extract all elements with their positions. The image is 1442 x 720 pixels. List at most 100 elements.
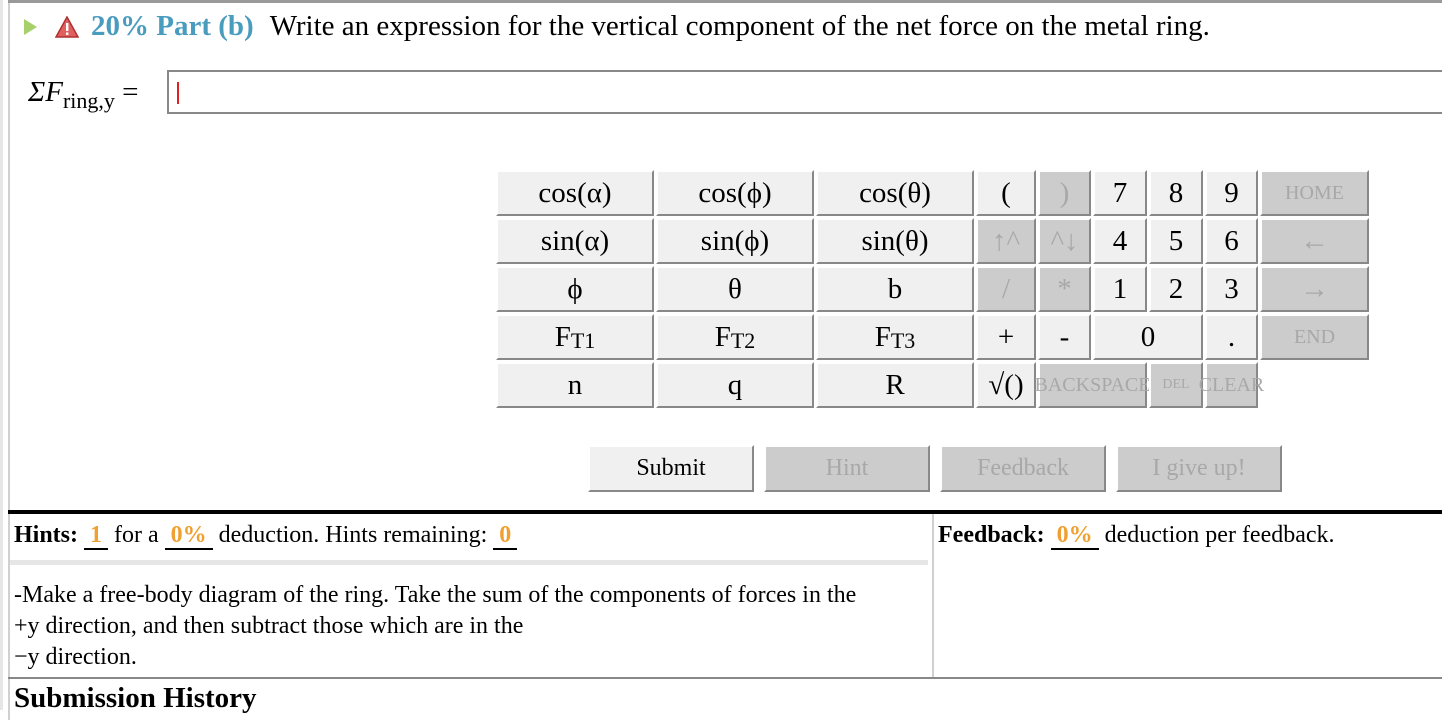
key-5[interactable]: 5 [1149, 218, 1203, 264]
hints-summary: Hints: 1 for a 0% deduction. Hints remai… [14, 522, 518, 550]
key-symbol-33[interactable]: . [1205, 314, 1258, 360]
key-label: END [1293, 325, 1336, 348]
feedback-label: Feedback: [938, 522, 1045, 548]
part-percent: 20% [91, 10, 149, 42]
equation-lhs: ΣF [28, 76, 63, 108]
key-label: / [1001, 272, 1011, 305]
key-symbol-22[interactable]: * [1038, 266, 1091, 312]
key-symbol-4[interactable]: ) [1038, 170, 1091, 216]
equation-label: ΣFring,y = [28, 76, 139, 114]
key-label: 1 [1112, 272, 1128, 305]
key-4[interactable]: 4 [1093, 218, 1147, 264]
feedback-text: deduction per feedback. [1104, 522, 1335, 548]
key-symbol-26[interactable]: → [1260, 266, 1369, 312]
key-q[interactable]: q [656, 362, 814, 408]
feedback-panel: Feedback: 0% deduction per feedback. [934, 514, 1442, 678]
key-symbol-12[interactable]: ↑^ [976, 218, 1036, 264]
key-symbol-19[interactable]: θ [656, 266, 814, 312]
play-icon[interactable] [24, 18, 37, 35]
key-clear[interactable]: CLEAR [1199, 362, 1264, 408]
key-symbol-18[interactable]: ϕ [496, 266, 654, 312]
key-label: √() [988, 368, 1024, 401]
key-cos[interactable]: cos(α) [496, 170, 654, 216]
key-symbol-13[interactable]: ^↓ [1038, 218, 1091, 264]
key-label: ← [1300, 224, 1329, 257]
key-label: HOME [1285, 181, 1344, 204]
hints-panel: Hints: 1 for a 0% deduction. Hints remai… [10, 514, 934, 678]
key-label: θ [728, 272, 742, 305]
key-sin[interactable]: sin(ϕ) [656, 218, 814, 264]
key-0[interactable]: 0 [1093, 314, 1203, 360]
hint-text: -Make a free-body diagram of the ring. T… [14, 580, 932, 673]
hints-count: 1 [84, 522, 109, 550]
key-label: 4 [1112, 224, 1128, 257]
key-label: ϕ [567, 272, 583, 305]
key-label: q [727, 368, 743, 401]
key-1[interactable]: 1 [1093, 266, 1147, 312]
key-label: sin(ϕ) [700, 224, 770, 257]
key-backspace[interactable]: BACKSPACE [1035, 362, 1151, 408]
key-label: 6 [1224, 224, 1239, 257]
hint-line: −y direction. [14, 644, 137, 670]
key-9[interactable]: 9 [1205, 170, 1258, 216]
key-symbol-38[interactable]: √() [976, 362, 1036, 408]
key-label: 2 [1168, 272, 1184, 305]
key-label: cos(ϕ) [698, 176, 772, 209]
key-7[interactable]: 7 [1093, 170, 1147, 216]
key-ft1[interactable]: F T1 [496, 314, 654, 360]
key-label: * [1057, 272, 1072, 305]
key-label: ( [1001, 176, 1011, 209]
key-label: cos(α) [538, 176, 612, 209]
hints-deduction-text: deduction. Hints remaining: [218, 522, 488, 548]
feedback-button[interactable]: Feedback [940, 445, 1106, 492]
key-home[interactable]: HOME [1260, 170, 1369, 216]
key-symbol-3[interactable]: ( [976, 170, 1036, 216]
question-text: Write an expression for the vertical com… [269, 10, 1210, 42]
hint-line: +y direction, and then subtract those wh… [14, 613, 524, 639]
key-label: ) [1059, 176, 1070, 209]
key-label: ^↓ [1050, 224, 1079, 257]
equation-subscript: ring,y [62, 87, 115, 113]
key-label: 0 [1140, 320, 1156, 353]
hint-line: -Make a free-body diagram of the ring. T… [14, 582, 857, 608]
give-up-button[interactable]: I give up! [1116, 445, 1282, 492]
part-name: Part (b) [156, 10, 254, 42]
answer-input[interactable] [167, 70, 1442, 114]
key-3[interactable]: 3 [1205, 266, 1258, 312]
key-label: b [887, 272, 903, 305]
key-r[interactable]: R [816, 362, 974, 408]
hints-deduction: 0% [164, 522, 213, 550]
key-ft3[interactable]: F T3 [816, 314, 974, 360]
part-header: 20% Part (b) Write an expression for the… [24, 10, 1210, 43]
key-cos[interactable]: cos(θ) [816, 170, 974, 216]
key-6[interactable]: 6 [1205, 218, 1258, 264]
warning-icon [55, 15, 79, 38]
key-n[interactable]: n [496, 362, 654, 408]
key-symbol-31[interactable]: - [1038, 314, 1091, 360]
key-symbol-21[interactable]: / [976, 266, 1036, 312]
key-symbol-17[interactable]: ← [1260, 218, 1369, 264]
key-label: 9 [1224, 176, 1239, 209]
key-label: DEL [1162, 377, 1190, 392]
part-label: 20% Part (b) [91, 10, 254, 43]
key-2[interactable]: 2 [1149, 266, 1203, 312]
hint-button[interactable]: Hint [764, 445, 930, 492]
left-edge [0, 0, 3, 710]
submission-history-heading: Submission History [14, 682, 257, 714]
key-sin[interactable]: sin(θ) [816, 218, 974, 264]
key-cos[interactable]: cos(ϕ) [656, 170, 814, 216]
key-label: BACKSPACE [1034, 373, 1151, 396]
key-label: CLEAR [1198, 373, 1265, 396]
key-label: . [1227, 320, 1236, 353]
hints-remaining: 0 [493, 522, 518, 550]
key-end[interactable]: END [1260, 314, 1369, 360]
key-del[interactable]: DEL [1149, 362, 1203, 408]
submit-button[interactable]: Submit [588, 445, 754, 492]
hints-for-a: for a [114, 522, 159, 548]
key-symbol-30[interactable]: + [976, 314, 1036, 360]
key-b[interactable]: b [816, 266, 974, 312]
hints-label: Hints: [14, 522, 79, 548]
key-sin[interactable]: sin(α) [496, 218, 654, 264]
key-ft2[interactable]: F T2 [656, 314, 814, 360]
key-8[interactable]: 8 [1149, 170, 1203, 216]
